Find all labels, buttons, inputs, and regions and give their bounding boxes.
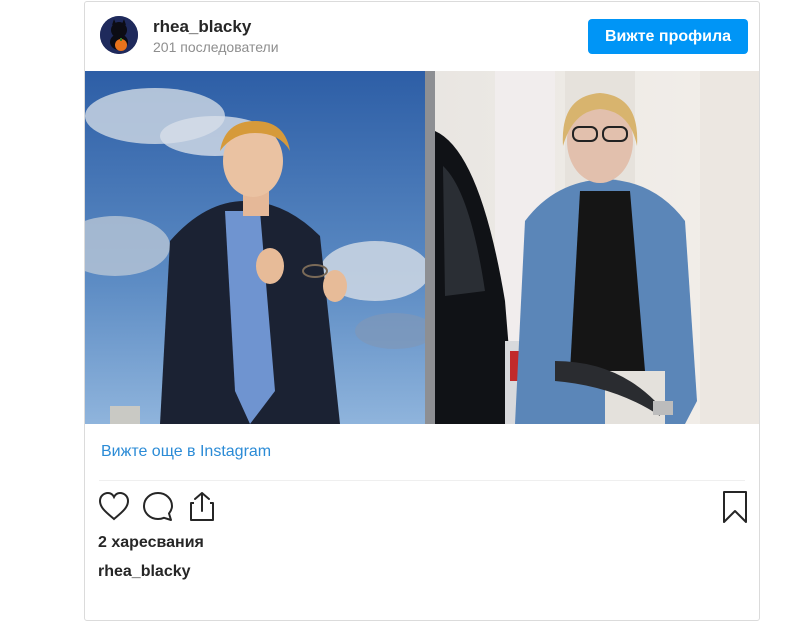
instagram-embed-card: rhea_blacky 201 последователи Вижте проф… xyxy=(84,1,760,621)
likes-count[interactable]: 2 харесвания xyxy=(98,534,204,552)
post-image[interactable] xyxy=(85,71,759,424)
divider xyxy=(99,480,745,481)
bookmark-icon[interactable] xyxy=(718,490,752,524)
heart-icon[interactable] xyxy=(97,490,131,524)
followers-count: 201 последователи xyxy=(153,39,279,55)
share-icon[interactable] xyxy=(185,490,219,524)
view-more-on-instagram-link[interactable]: Вижте още в Instagram xyxy=(101,443,271,461)
avatar[interactable] xyxy=(100,16,138,54)
comment-icon[interactable] xyxy=(141,490,175,524)
avatar-image xyxy=(100,16,138,54)
view-profile-button[interactable]: Вижте профила xyxy=(588,19,748,54)
post-header: rhea_blacky 201 последователи Вижте проф… xyxy=(85,2,759,71)
username[interactable]: rhea_blacky xyxy=(153,17,251,37)
caption-username[interactable]: rhea_blacky xyxy=(98,563,191,581)
